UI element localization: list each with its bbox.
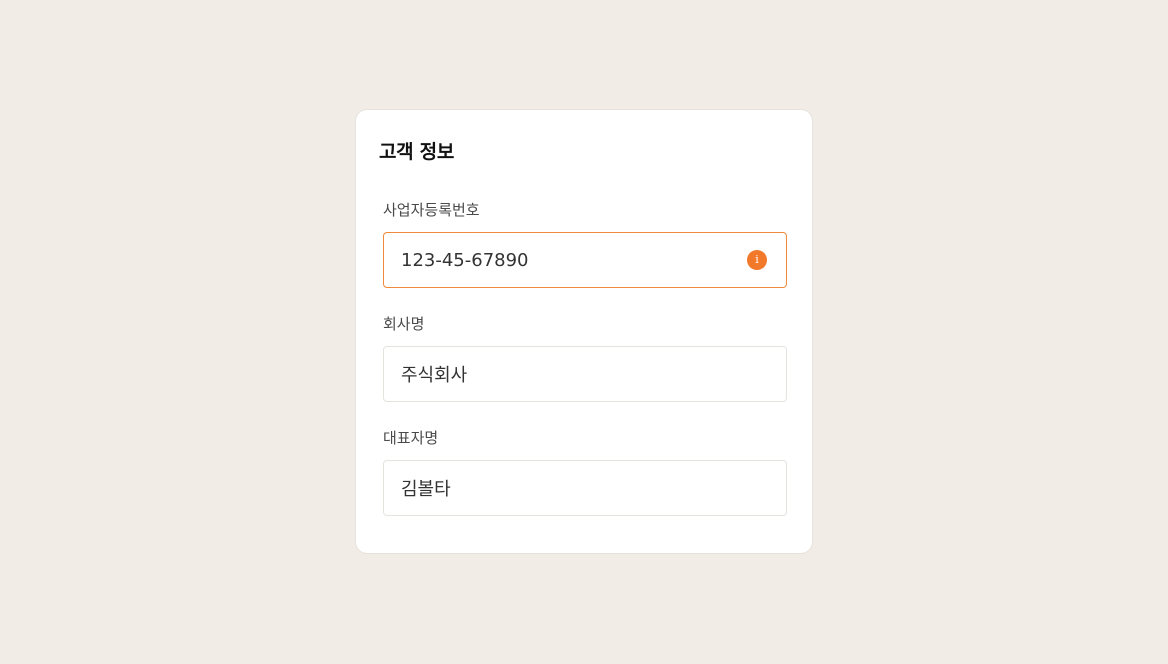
representative-name-input[interactable] (384, 461, 786, 515)
info-icon[interactable]: i (747, 250, 767, 270)
company-name-label: 회사명 (383, 315, 425, 333)
company-name-field-box (383, 346, 787, 402)
business-number-field-box: i (383, 232, 787, 288)
representative-name-field-box (383, 460, 787, 516)
business-number-input[interactable] (384, 233, 786, 287)
page: 고객 정보 사업자등록번호 i 회사명 대표자명 (0, 0, 1168, 664)
representative-name-label: 대표자명 (383, 429, 439, 447)
customer-info-card: 고객 정보 사업자등록번호 i 회사명 대표자명 (355, 109, 813, 554)
company-name-input[interactable] (384, 347, 786, 401)
card-title: 고객 정보 (379, 141, 455, 163)
business-number-label: 사업자등록번호 (383, 201, 480, 219)
